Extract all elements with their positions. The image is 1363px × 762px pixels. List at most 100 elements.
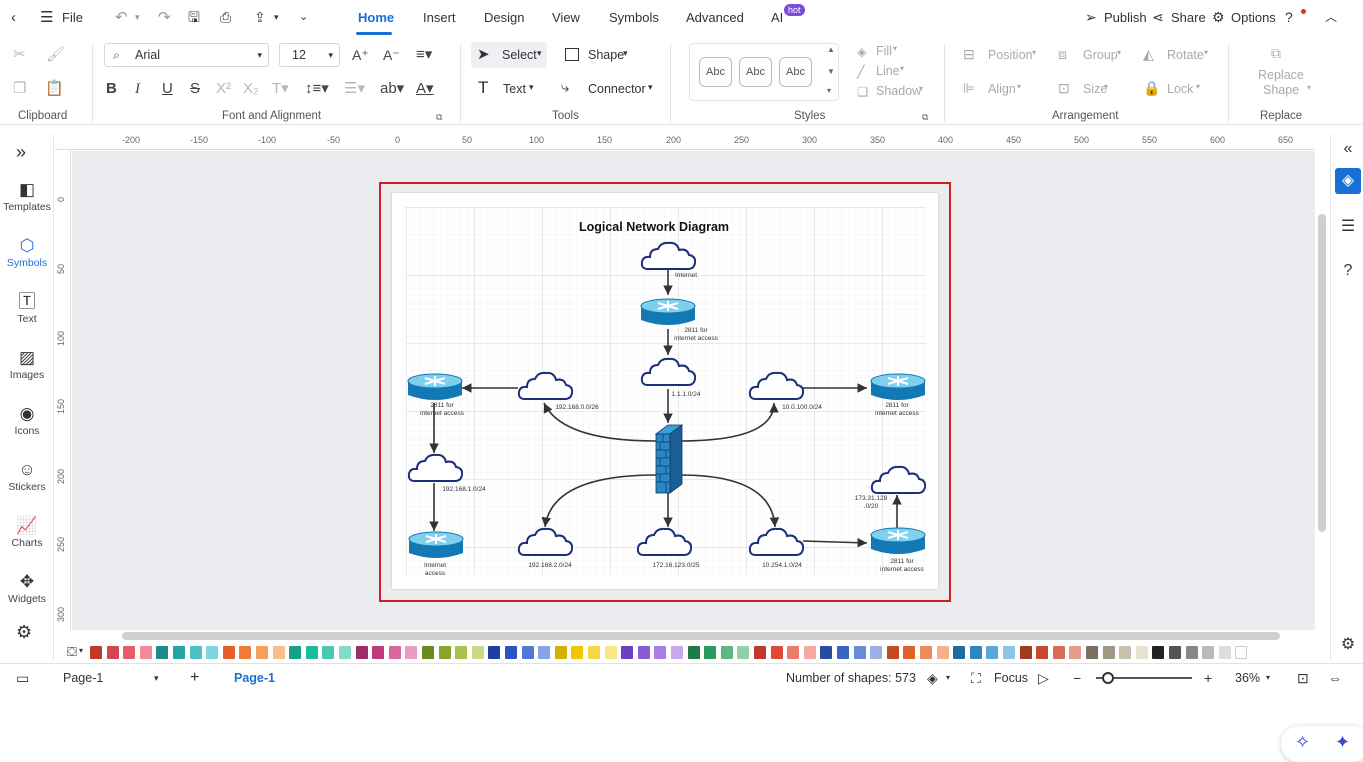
font-color-icon[interactable]: A▾ <box>416 79 434 99</box>
fill-button[interactable]: Fill <box>876 44 892 58</box>
position-button[interactable]: Position <box>988 48 1032 62</box>
color-swatch[interactable] <box>139 646 152 659</box>
sidebar-item-text[interactable]: 🅃 Text <box>0 291 54 325</box>
zoom-out-icon[interactable]: − <box>1073 664 1081 692</box>
color-swatch[interactable] <box>903 646 916 659</box>
color-swatch[interactable] <box>870 646 883 659</box>
layers-icon[interactable]: ◈ <box>927 664 938 692</box>
help-panel-icon[interactable]: ? <box>1335 258 1361 284</box>
color-swatch[interactable] <box>239 646 252 659</box>
tab-view[interactable]: View <box>552 0 580 35</box>
color-swatch[interactable] <box>953 646 966 659</box>
color-swatch[interactable] <box>920 646 932 659</box>
sidebar-item-widgets[interactable]: ✥ Widgets <box>0 571 54 605</box>
style-preset-2[interactable]: Abc <box>739 57 772 87</box>
styles-dialog-launcher-icon[interactable]: ⧉ <box>922 112 928 123</box>
undo-dropdown-icon[interactable]: ▾ <box>135 0 140 35</box>
chevron-down-icon[interactable]: ▾ <box>79 646 83 655</box>
select-tool-button[interactable]: ➤ Select ▾ <box>471 42 547 68</box>
color-swatch[interactable] <box>538 646 551 659</box>
chevron-down-icon[interactable]: ▾ <box>946 664 950 692</box>
tab-ai[interactable]: AI <box>771 0 783 35</box>
hamburger-menu-icon[interactable]: ☰ <box>40 0 53 35</box>
rotate-button[interactable]: Rotate <box>1167 48 1204 62</box>
color-swatch[interactable] <box>654 646 667 659</box>
play-icon[interactable]: ▷ <box>1038 664 1049 692</box>
format-painter-icon[interactable]: 🖌 <box>46 45 65 65</box>
bold-icon[interactable]: B <box>106 79 117 99</box>
color-swatch[interactable] <box>986 646 999 659</box>
color-swatch[interactable] <box>1169 646 1181 659</box>
color-swatch[interactable] <box>355 646 368 659</box>
color-swatch[interactable] <box>256 646 268 659</box>
connector-tool-button[interactable]: ⤷ Connector ▾ <box>561 76 657 102</box>
color-swatch[interactable] <box>837 646 849 659</box>
underline-icon[interactable]: U <box>162 79 173 99</box>
replace-shape-button-line2[interactable]: Shape <box>1263 83 1299 97</box>
replace-shape-button[interactable]: Replace <box>1258 68 1304 82</box>
sidebar-item-templates[interactable]: ◧ Templates <box>0 179 54 213</box>
horizontal-scrollbar[interactable] <box>122 632 1280 640</box>
color-swatch[interactable] <box>438 646 451 659</box>
color-swatch[interactable] <box>604 646 617 659</box>
color-swatch[interactable] <box>272 646 285 659</box>
text-tool-button[interactable]: T Text ▾ <box>478 76 538 102</box>
file-menu[interactable]: File <box>62 0 83 35</box>
color-swatch[interactable] <box>1135 646 1148 659</box>
color-swatch[interactable] <box>505 646 517 659</box>
print-icon[interactable]: ⎙ <box>220 0 231 35</box>
color-swatch[interactable] <box>90 646 102 659</box>
color-swatch[interactable] <box>1202 646 1215 659</box>
back-icon[interactable]: ‹ <box>11 0 16 35</box>
color-swatch[interactable] <box>289 646 302 659</box>
sidebar-item-charts[interactable]: 📈 Charts <box>0 515 54 549</box>
color-swatch[interactable] <box>936 646 949 659</box>
fit-page-icon[interactable]: ⊡ <box>1297 664 1309 692</box>
color-swatch[interactable] <box>969 646 982 659</box>
style-scroll-down-icon[interactable]: ▼ <box>827 67 835 76</box>
color-swatch[interactable] <box>1036 646 1049 659</box>
redo-icon[interactable]: ↷ <box>158 0 171 35</box>
fill-style-panel-icon[interactable]: ◈ <box>1335 168 1361 194</box>
color-swatch[interactable] <box>455 646 468 659</box>
color-swatch[interactable] <box>322 646 335 659</box>
color-swatch[interactable] <box>803 646 816 659</box>
color-swatch[interactable] <box>737 646 750 659</box>
fill-bucket-icon[interactable]: ⛋ <box>67 644 77 660</box>
color-swatch[interactable] <box>339 646 351 659</box>
color-swatch[interactable] <box>488 646 501 659</box>
cut-icon[interactable]: ✂ <box>13 45 26 65</box>
publish-button[interactable]: Publish <box>1104 0 1147 35</box>
color-swatch[interactable] <box>189 646 202 659</box>
tab-advanced[interactable]: Advanced <box>686 0 744 35</box>
sidebar-item-symbols[interactable]: ⬡ Symbols <box>0 235 54 269</box>
superscript-icon[interactable]: X² <box>216 79 231 99</box>
color-swatch[interactable] <box>754 646 766 659</box>
export-dropdown-icon[interactable]: ▾ <box>274 0 279 35</box>
paste-icon[interactable]: 📋 <box>45 79 64 99</box>
tab-design[interactable]: Design <box>484 0 524 35</box>
font-family-select[interactable]: ⌕ Arial ▾ <box>104 43 269 67</box>
strikethrough-icon[interactable]: S <box>190 79 200 99</box>
tab-home[interactable]: Home <box>358 0 394 35</box>
chevron-down-icon[interactable]: ▾ <box>1266 664 1270 692</box>
group-button[interactable]: Group <box>1083 48 1118 62</box>
color-swatch[interactable] <box>853 646 866 659</box>
decrease-font-icon[interactable]: A⁻ <box>383 45 400 65</box>
color-swatch[interactable] <box>1003 646 1015 659</box>
style-preset-1[interactable]: Abc <box>699 57 732 87</box>
zoom-level[interactable]: 36% <box>1235 664 1260 692</box>
color-swatch[interactable] <box>671 646 683 659</box>
color-swatch[interactable] <box>787 646 800 659</box>
color-swatch[interactable] <box>554 646 567 659</box>
options-button[interactable]: Options <box>1231 0 1276 35</box>
style-expand-icon[interactable]: ▾ <box>827 86 831 95</box>
color-swatch[interactable] <box>687 646 700 659</box>
color-swatch[interactable] <box>388 646 401 659</box>
color-swatch[interactable] <box>521 646 534 659</box>
color-swatch[interactable] <box>1069 646 1082 659</box>
color-swatch[interactable] <box>571 646 584 659</box>
zoom-in-icon[interactable]: + <box>1204 664 1212 692</box>
page-panel-icon[interactable]: ▭ <box>16 664 29 692</box>
color-swatch[interactable] <box>372 646 385 659</box>
